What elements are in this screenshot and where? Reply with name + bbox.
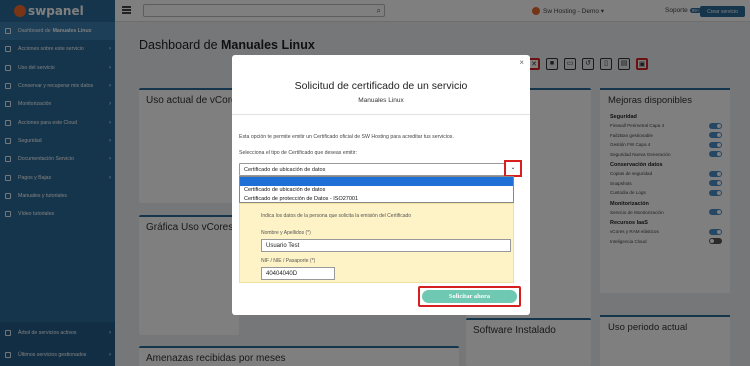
modal-subtitle: Manuales Linux bbox=[358, 97, 404, 104]
nif-label: NIF / NIE / Pasaporte (*) bbox=[261, 258, 316, 264]
submit-button[interactable]: Solicitar ahora bbox=[422, 290, 517, 303]
dropdown-option-selected-indicator bbox=[240, 177, 513, 186]
form-intro: Indica los datos de la persona que solic… bbox=[261, 213, 412, 219]
submit-highlight: Solicitar ahora bbox=[418, 286, 521, 307]
modal-intro: Esta opción te permite emitir un Certifi… bbox=[239, 134, 454, 140]
nif-field[interactable]: 40404040D bbox=[261, 267, 335, 280]
certificate-modal: × Solicitud de certificado de un servici… bbox=[232, 55, 530, 315]
divider bbox=[232, 114, 530, 115]
chevron-down-icon[interactable]: ⌄ bbox=[504, 160, 522, 177]
dropdown-option[interactable]: Certificado de protección de Datos - ISO… bbox=[240, 195, 513, 204]
select-label: Selecciona el tipo de Certificado que de… bbox=[239, 150, 357, 156]
select-value: Certificado de ubicación de datos bbox=[244, 167, 326, 173]
name-label: Nombre y Apellidos (*) bbox=[261, 230, 311, 236]
modal-title: Solicitud de certificado de un servicio bbox=[294, 80, 468, 92]
name-field[interactable]: Usuario Test bbox=[261, 239, 511, 252]
close-icon[interactable]: × bbox=[519, 58, 524, 67]
certificate-type-select[interactable]: Certificado de ubicación de datos bbox=[239, 163, 514, 176]
dropdown-option[interactable]: Certificado de ubicación de datos bbox=[240, 186, 513, 195]
certificate-type-dropdown: Certificado de ubicación de datos Certif… bbox=[239, 176, 514, 203]
requester-form: Indica los datos de la persona que solic… bbox=[239, 203, 514, 283]
